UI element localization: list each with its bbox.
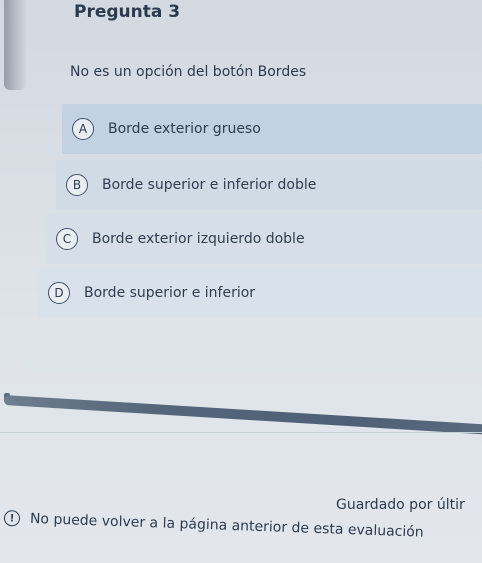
option-a-text: Borde exterior grueso [108,121,261,137]
option-d[interactable]: D Borde superior e inferior [38,268,482,318]
option-b-letter: B [66,174,88,196]
notice-text: No puede volver a la página anterior de … [29,510,424,541]
left-rail [4,0,26,90]
option-a-letter: A [72,118,94,140]
option-c-text: Borde exterior izquierdo doble [92,231,305,247]
option-c-letter: C [56,228,78,250]
progress-bar [3,395,482,435]
options-spacer [28,330,482,370]
saved-status: Guardado por últir [336,497,465,513]
option-c[interactable]: C Borde exterior izquierdo doble [46,214,482,264]
question-title: Pregunta 3 [74,2,181,22]
question-text: No es un opción del botón Bordes [70,64,307,80]
divider [0,432,482,433]
option-b[interactable]: B Borde superior e inferior doble [56,160,482,210]
option-b-text: Borde superior e inferior doble [102,177,317,193]
option-a[interactable]: A Borde exterior grueso [62,104,482,154]
option-d-letter: D [48,282,70,304]
option-d-text: Borde superior e inferior [84,285,256,301]
info-icon: ! [3,510,21,527]
navigation-notice: ! No puede volver a la página anterior d… [3,510,424,541]
